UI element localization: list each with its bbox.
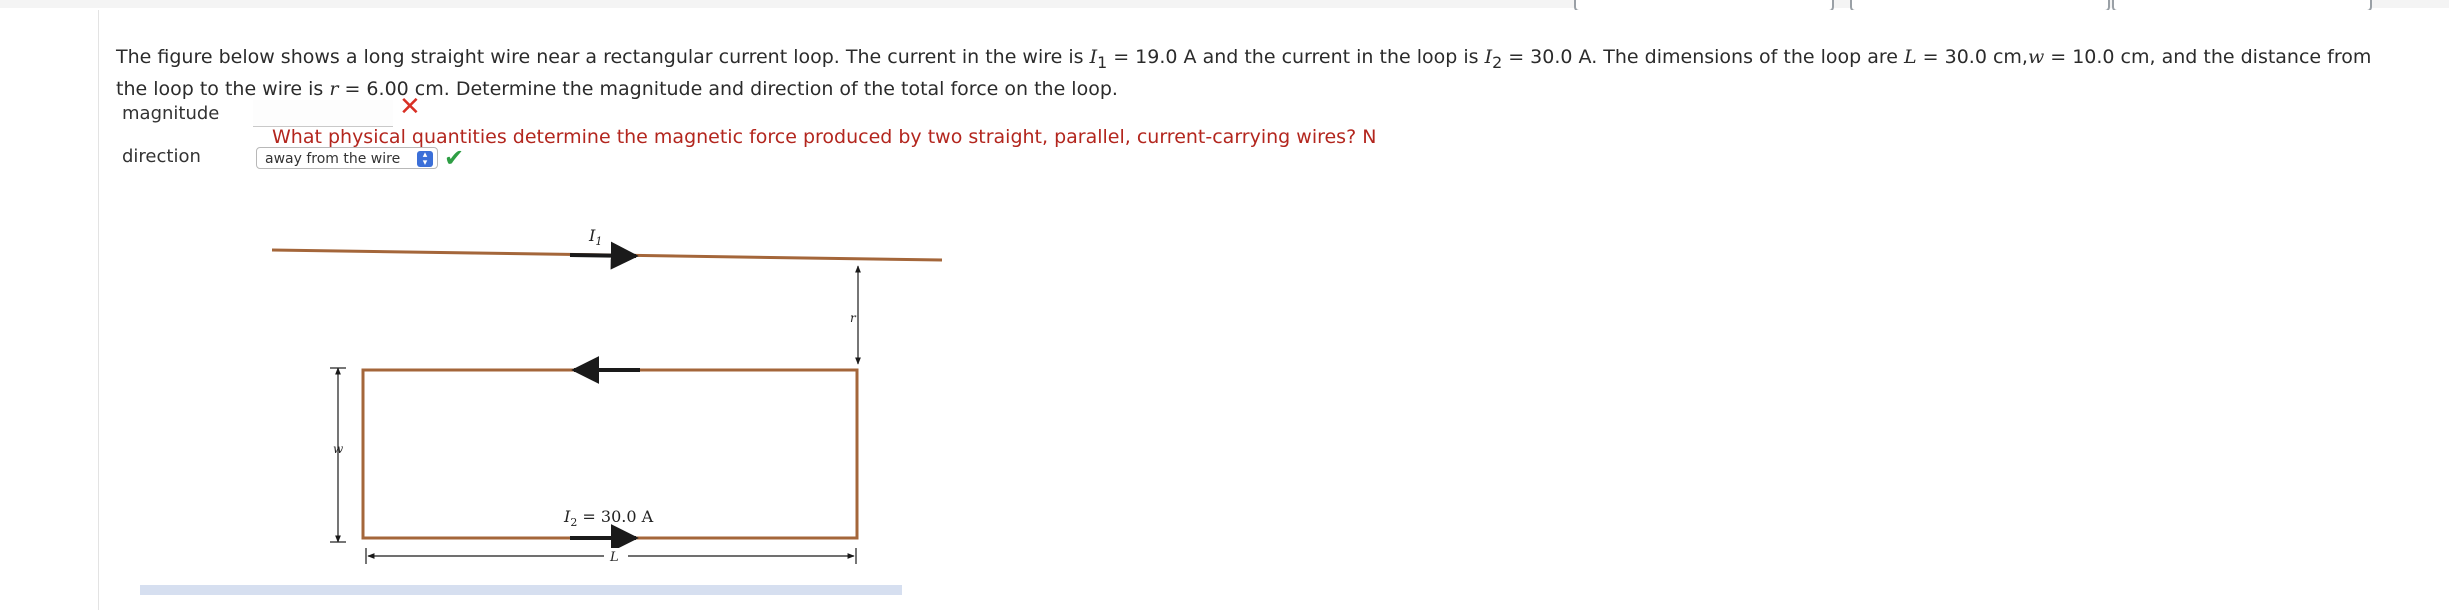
problem-text: = 6.00 cm. Determine the magnitude and d… — [338, 77, 1118, 100]
hint-text: What physical quantities determine the m… — [272, 126, 1377, 148]
w-symbol: w — [2027, 46, 2045, 68]
wire-current-label: I1 — [588, 226, 602, 248]
magnitude-input[interactable] — [253, 100, 393, 127]
magnitude-label: magnitude — [122, 103, 220, 124]
loop-current-label: I2 = 30.0 A — [563, 507, 654, 529]
w-label: w — [333, 442, 344, 456]
direction-select[interactable]: away from the wire ▴ ▾ — [256, 147, 438, 169]
problem-text: The figure below shows a long straight w… — [116, 46, 1090, 68]
i2-subscript: 2 — [1492, 52, 1503, 72]
next-section-bar — [140, 585, 902, 595]
wire-loop-figure: I1 I2 = 30.0 A r w L — [271, 226, 943, 565]
l-symbol: L — [1903, 46, 1917, 68]
problem-text: = 19.0 A and the current in the loop is — [1107, 46, 1485, 68]
direction-selected-value: away from the wire — [265, 151, 401, 167]
l-label: L — [609, 550, 619, 565]
problem-text: = 30.0 A. The dimensions of the loop are — [1502, 46, 1904, 68]
r-label: r — [850, 311, 857, 325]
i2-symbol: I — [1484, 46, 1493, 68]
chevron-updown-icon: ▴ ▾ — [417, 151, 433, 168]
i1-subscript: 1 — [1097, 52, 1108, 72]
check-icon: ✔ — [444, 144, 465, 172]
cross-icon: ✕ — [399, 92, 421, 122]
problem-statement: The figure below shows a long straight w… — [116, 44, 2376, 103]
direction-label: direction — [122, 146, 201, 167]
wire-current-arrow — [569, 241, 639, 270]
i1-symbol: I — [1089, 46, 1098, 68]
problem-text: = 30.0 cm, — [1916, 46, 2028, 68]
